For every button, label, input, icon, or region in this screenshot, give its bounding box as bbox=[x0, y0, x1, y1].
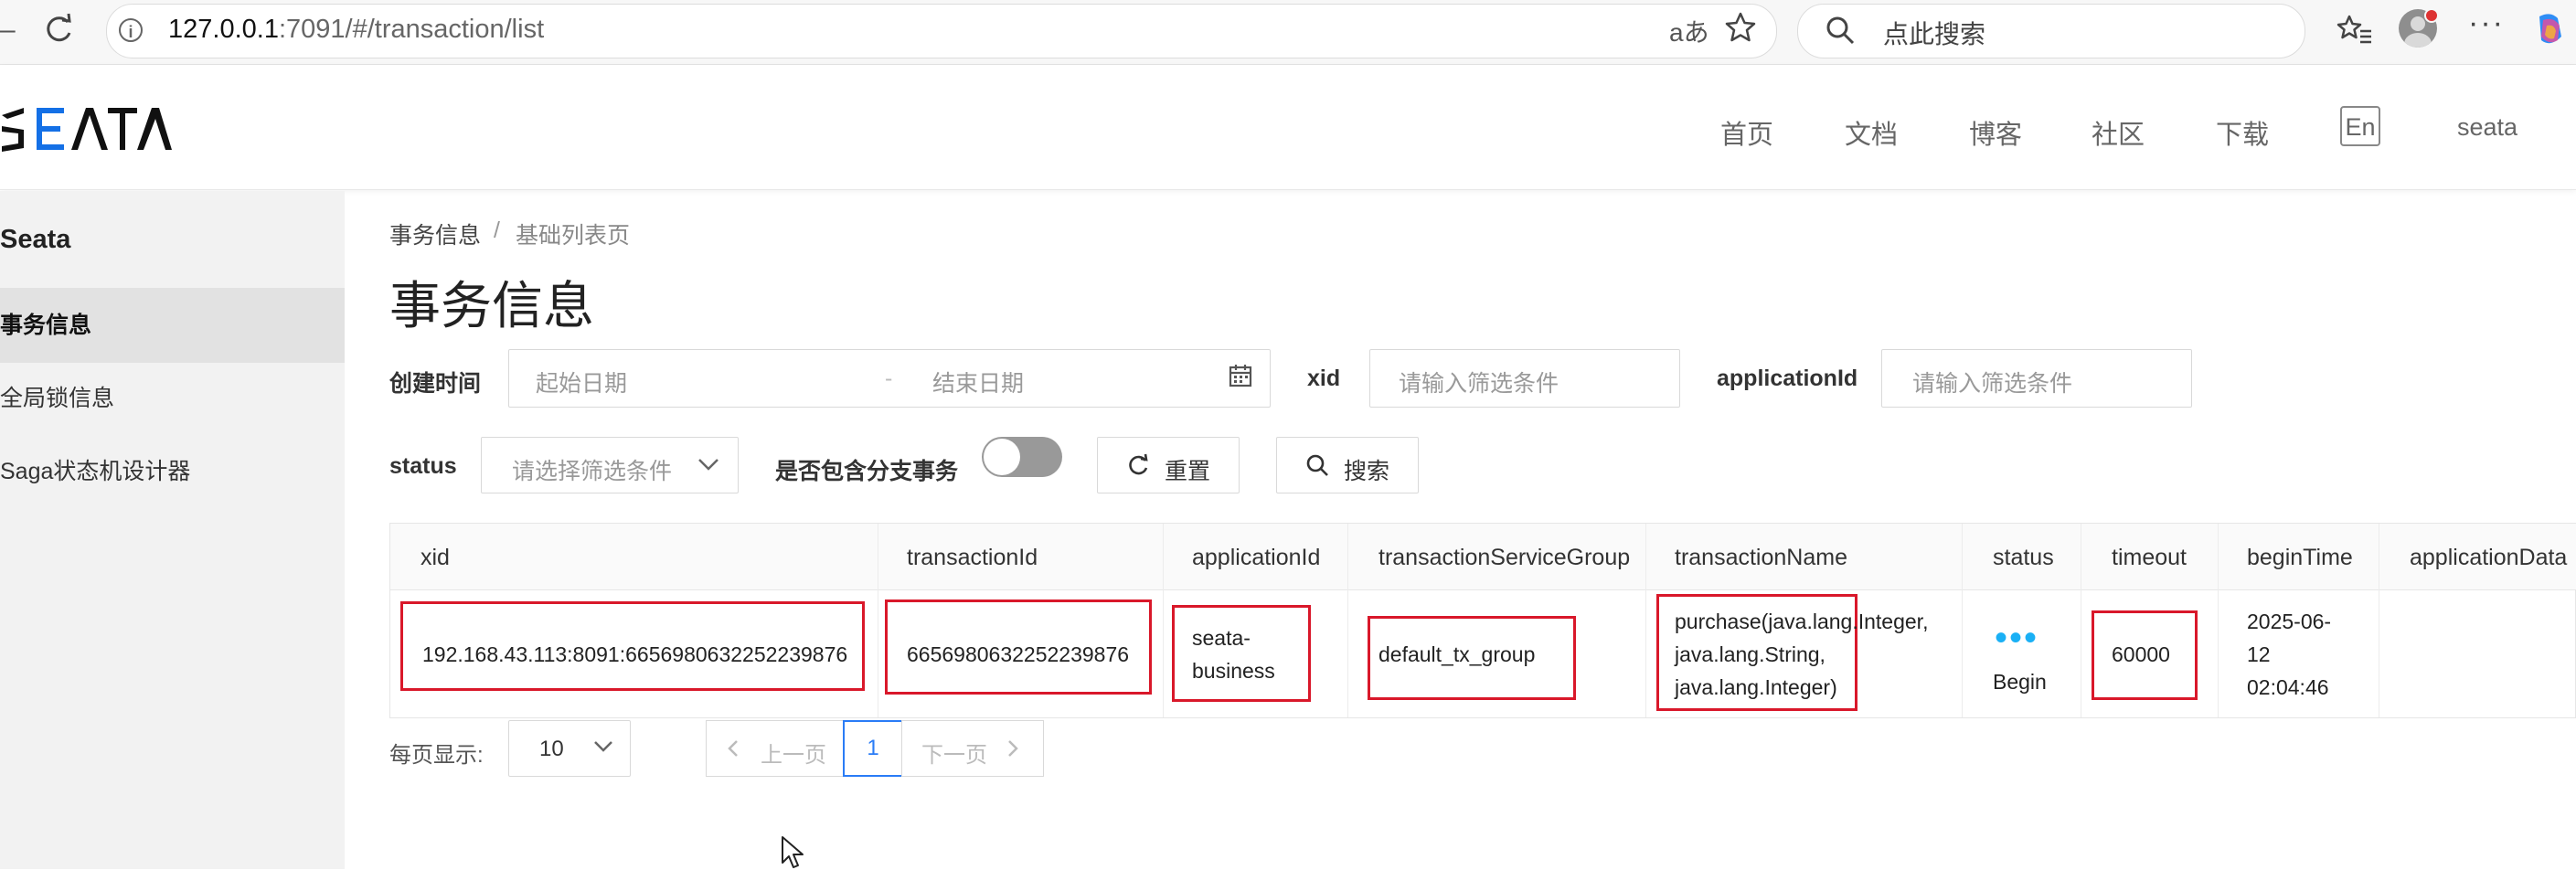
column-divider bbox=[1962, 524, 1963, 717]
search-icon bbox=[1826, 16, 1855, 45]
reset-icon bbox=[1129, 453, 1148, 475]
user-name[interactable]: seata bbox=[2457, 113, 2517, 142]
xid-placeholder: 请输入筛选条件 bbox=[1399, 371, 1559, 397]
url-path: :7091/#/transaction/list bbox=[278, 15, 545, 44]
url-text[interactable]: 127.0.0.1:7091/#/transaction/list bbox=[168, 15, 544, 45]
cell-transaction-id[interactable]: 6656980632252239876 bbox=[907, 638, 1129, 671]
column-divider bbox=[1645, 524, 1646, 717]
breadcrumb-item-basic-list: 基础列表页 bbox=[516, 223, 631, 249]
reload-icon[interactable] bbox=[40, 11, 77, 48]
breadcrumb-item-transactions[interactable]: 事务信息 bbox=[389, 218, 481, 250]
cell-status[interactable]: Begin bbox=[1993, 665, 2047, 698]
nav-community[interactable]: 社区 bbox=[2092, 113, 2145, 152]
cell-begin-time-line3[interactable]: 02:04:46 bbox=[2247, 671, 2329, 704]
app-header bbox=[0, 65, 2576, 190]
more-menu-icon[interactable]: ··· bbox=[2468, 5, 2505, 41]
column-header-transaction-id[interactable]: transactionId bbox=[907, 545, 1038, 571]
cell-xid[interactable]: 192.168.43.113:8091:6656980632252239876 bbox=[422, 638, 847, 671]
page-title: 事务信息 bbox=[389, 277, 594, 334]
browser-search-box[interactable] bbox=[1797, 4, 2305, 58]
application-id-placeholder: 请输入筛选条件 bbox=[1912, 371, 2073, 397]
breadcrumb-separator: / bbox=[494, 218, 500, 243]
url-host: 127.0.0.1 bbox=[168, 15, 279, 44]
column-divider bbox=[2218, 524, 2219, 717]
sidebar-item-transactions[interactable]: 事务信息 bbox=[0, 288, 345, 363]
include-branch-label: 是否包含分支事务 bbox=[775, 459, 959, 484]
search-button-label: 搜索 bbox=[1344, 459, 1390, 484]
cell-application-id-line1[interactable]: seata- bbox=[1192, 621, 1251, 654]
column-header-status[interactable]: status bbox=[1993, 545, 2054, 571]
sidebar-item-saga-designer[interactable]: Saga状态机设计器 bbox=[0, 434, 345, 509]
back-icon[interactable]: – bbox=[0, 15, 16, 46]
copilot-icon[interactable] bbox=[2530, 9, 2571, 49]
page-number-current[interactable]: 1 bbox=[843, 720, 903, 777]
column-header-transaction-name[interactable]: transactionName bbox=[1675, 545, 1847, 571]
page-size-label: 每页显示: bbox=[389, 743, 484, 768]
cell-transaction-name-line3[interactable]: java.lang.Integer) bbox=[1675, 671, 1837, 704]
status-placeholder: 请选择筛选条件 bbox=[512, 459, 673, 484]
toggle-knob bbox=[984, 439, 1020, 475]
column-header-service-group[interactable]: transactionServiceGroup bbox=[1378, 545, 1630, 571]
cell-transaction-name-line1[interactable]: purchase(java.lang.Integer, bbox=[1675, 605, 1928, 638]
column-header-application-id[interactable]: applicationId bbox=[1192, 545, 1320, 571]
next-page-label: 下一页 bbox=[921, 743, 987, 768]
column-header-application-data[interactable]: applicationData bbox=[2410, 545, 2567, 571]
mouse-cursor-icon bbox=[782, 836, 804, 868]
nav-download[interactable]: 下载 bbox=[2216, 113, 2269, 152]
column-divider bbox=[1163, 524, 1164, 717]
sidebar-item-global-locks[interactable]: 全局锁信息 bbox=[0, 361, 345, 436]
status-loading-dots-icon: ••• bbox=[1995, 618, 2039, 658]
nav-docs[interactable]: 文档 bbox=[1845, 113, 1898, 152]
nav-home[interactable]: 首页 bbox=[1720, 113, 1773, 152]
column-divider bbox=[1347, 524, 1348, 717]
cell-service-group[interactable]: default_tx_group bbox=[1378, 638, 1535, 671]
column-header-timeout[interactable]: timeout bbox=[2112, 545, 2187, 571]
column-header-xid[interactable]: xid bbox=[420, 545, 450, 571]
prev-page-label: 上一页 bbox=[761, 743, 826, 768]
cell-transaction-name-line2[interactable]: java.lang.String, bbox=[1675, 638, 1826, 671]
cell-begin-time-line1[interactable]: 2025-06- bbox=[2247, 605, 2331, 638]
chevron-down-icon bbox=[698, 459, 719, 471]
chevron-left-icon bbox=[728, 740, 738, 757]
start-date-placeholder: 起始日期 bbox=[536, 371, 628, 397]
column-header-begin-time[interactable]: beginTime bbox=[2247, 545, 2353, 571]
status-label: status bbox=[389, 453, 457, 479]
site-info-icon[interactable]: i bbox=[119, 18, 143, 42]
read-aloud-icon[interactable]: aあ bbox=[1669, 13, 1709, 49]
end-date-placeholder: 结束日期 bbox=[932, 371, 1025, 397]
reset-button-label: 重置 bbox=[1165, 459, 1211, 484]
page-size-value: 10 bbox=[539, 737, 564, 761]
sidebar-title: Seata bbox=[0, 225, 71, 254]
calendar-icon[interactable] bbox=[1229, 364, 1252, 387]
favorite-star-icon[interactable] bbox=[1724, 11, 1757, 44]
application-id-label: applicationId bbox=[1717, 366, 1858, 391]
xid-label: xid bbox=[1307, 366, 1341, 391]
chevron-down-icon bbox=[594, 741, 612, 752]
favorites-list-icon[interactable] bbox=[2336, 11, 2373, 48]
create-time-label: 创建时间 bbox=[389, 371, 482, 397]
language-toggle[interactable]: En bbox=[2340, 106, 2380, 146]
notification-dot bbox=[2424, 8, 2439, 23]
nav-blog[interactable]: 博客 bbox=[1969, 113, 2022, 152]
cell-application-id-line2[interactable]: business bbox=[1192, 654, 1275, 687]
browser-search-placeholder: 点此搜索 bbox=[1883, 20, 1986, 48]
cell-begin-time-line2[interactable]: 12 bbox=[2247, 638, 2271, 671]
seata-logo[interactable] bbox=[0, 99, 174, 157]
chevron-right-icon bbox=[1008, 740, 1018, 757]
cell-timeout[interactable]: 60000 bbox=[2112, 638, 2170, 671]
date-range-separator: - bbox=[885, 366, 893, 391]
search-icon bbox=[1306, 454, 1328, 476]
